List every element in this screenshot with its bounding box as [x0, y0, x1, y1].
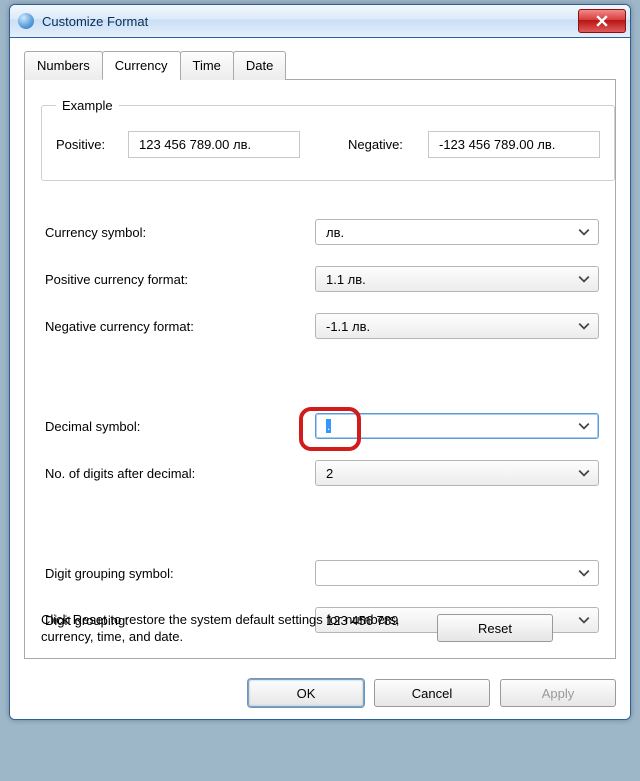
example-row: Positive: 123 456 789.00 лв. Negative: -… — [56, 131, 600, 158]
positive-example: 123 456 789.00 лв. — [128, 131, 300, 158]
globe-icon — [18, 13, 34, 29]
reset-note: Click Reset to restore the system defaul… — [41, 611, 421, 646]
example-legend: Example — [56, 98, 119, 113]
example-group: Example Positive: 123 456 789.00 лв. Neg… — [41, 98, 615, 181]
negative-example: -123 456 789.00 лв. — [428, 131, 600, 158]
chevron-down-icon — [578, 467, 590, 479]
tab-label: Currency — [115, 58, 168, 73]
label-negative-format: Negative currency format: — [41, 319, 315, 334]
chevron-down-icon — [578, 567, 590, 579]
ok-button[interactable]: OK — [248, 679, 364, 707]
label-digits-after: No. of digits after decimal: — [41, 466, 315, 481]
combo-digits-after[interactable]: 2 — [315, 460, 599, 486]
row-positive-format: Positive currency format: 1.1 лв. — [41, 266, 599, 292]
window-title: Customize Format — [42, 14, 578, 29]
tab-date[interactable]: Date — [233, 51, 286, 80]
cancel-button[interactable]: Cancel — [374, 679, 490, 707]
tab-label: Time — [193, 58, 221, 73]
combo-value: 1.1 лв. — [326, 272, 366, 287]
client-area: Numbers Currency Time Date Example Posit… — [10, 38, 630, 669]
titlebar[interactable]: Customize Format — [10, 5, 630, 38]
combo-grouping-symbol[interactable] — [315, 560, 599, 586]
combo-value: 2 — [326, 466, 333, 481]
label-decimal-symbol: Decimal symbol: — [41, 419, 315, 434]
combo-negative-format[interactable]: -1.1 лв. — [315, 313, 599, 339]
positive-label: Positive: — [56, 137, 118, 152]
label-grouping-symbol: Digit grouping symbol: — [41, 566, 315, 581]
reset-area: Click Reset to restore the system defaul… — [41, 611, 599, 646]
button-label: Apply — [542, 686, 575, 701]
customize-format-window: Customize Format Numbers Currency Time D… — [9, 4, 631, 720]
combo-value: -1.1 лв. — [326, 319, 370, 334]
tab-time[interactable]: Time — [180, 51, 234, 80]
combo-currency-symbol[interactable]: лв. — [315, 219, 599, 245]
apply-button[interactable]: Apply — [500, 679, 616, 707]
label-positive-format: Positive currency format: — [41, 272, 315, 287]
tab-label: Numbers — [37, 58, 90, 73]
combo-positive-format[interactable]: 1.1 лв. — [315, 266, 599, 292]
button-label: OK — [297, 686, 316, 701]
row-negative-format: Negative currency format: -1.1 лв. — [41, 313, 599, 339]
combo-decimal-symbol[interactable]: . — [315, 413, 599, 439]
label-currency-symbol: Currency symbol: — [41, 225, 315, 240]
tab-strip: Numbers Currency Time Date — [24, 50, 616, 80]
close-button[interactable] — [578, 9, 626, 33]
reset-button[interactable]: Reset — [437, 614, 553, 642]
button-label: Reset — [478, 621, 512, 636]
button-label: Cancel — [412, 686, 452, 701]
combo-value: лв. — [326, 225, 344, 240]
row-decimal-symbol: Decimal symbol: . — [41, 413, 599, 439]
chevron-down-icon — [578, 226, 590, 238]
negative-label: Negative: — [348, 137, 418, 152]
row-grouping-symbol: Digit grouping symbol: — [41, 560, 599, 586]
combo-value-selected: . — [326, 419, 331, 433]
chevron-down-icon — [578, 420, 590, 432]
row-currency-symbol: Currency symbol: лв. — [41, 219, 599, 245]
currency-settings: Currency symbol: лв. Positive currency f… — [41, 219, 599, 633]
chevron-down-icon — [578, 273, 590, 285]
tab-panel-currency: Example Positive: 123 456 789.00 лв. Neg… — [24, 80, 616, 659]
row-digits-after: No. of digits after decimal: 2 — [41, 460, 599, 486]
dialog-button-row: OK Cancel Apply — [10, 669, 630, 719]
tab-currency[interactable]: Currency — [102, 51, 181, 80]
close-icon — [596, 15, 608, 27]
tab-label: Date — [246, 58, 273, 73]
chevron-down-icon — [578, 320, 590, 332]
tab-numbers[interactable]: Numbers — [24, 51, 103, 80]
